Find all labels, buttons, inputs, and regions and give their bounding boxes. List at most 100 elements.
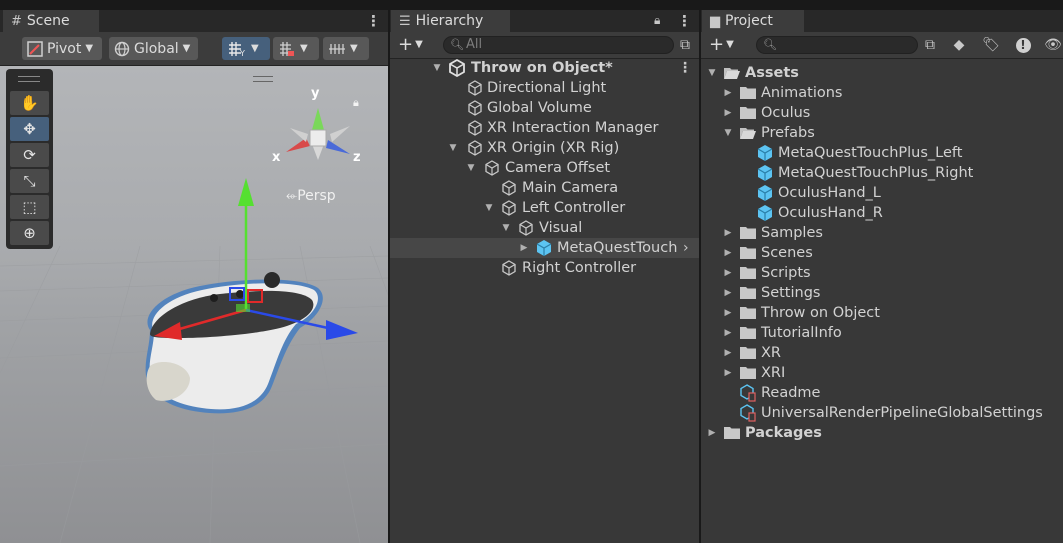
search-by-type-button[interactable]: ⧉ [920,35,940,55]
increment-snap-button[interactable]: ▼ [323,37,369,60]
create-asset-dropdown[interactable]: + ▼ [709,34,734,55]
hierarchy-label: Visual [539,220,583,236]
expand-arrow-icon[interactable]: ▶ [723,323,733,343]
hierarchy-search-input[interactable]: 🔍︎ All [443,36,674,54]
search-icon: 🔍︎ [763,38,777,51]
expand-arrow-icon[interactable]: ▶ [519,238,529,258]
expand-arrow-icon[interactable]: ▶ [723,343,733,363]
hierarchy-row[interactable]: Main Camera [390,178,699,198]
warning-icon: ! [1015,37,1031,53]
project-row[interactable]: MetaQuestTouchPlus_Left [701,143,1063,163]
hierarchy-row[interactable]: Directional Light [390,78,699,98]
project-row[interactable]: ▶ Oculus [701,103,1063,123]
gameobject-icon [468,120,482,136]
filter-label-button[interactable]: 🏷︎ [981,35,1001,55]
project-row[interactable]: ▶ Scenes [701,243,1063,263]
prefab-icon [757,205,773,221]
expand-arrow-icon[interactable]: ▶ [723,283,733,303]
tab-project-label: Project [725,13,773,29]
expand-arrow-icon[interactable]: ▼ [448,138,458,158]
project-row[interactable]: ▶ XR [701,343,1063,363]
hidden-packages-button[interactable]: 👁︎ [1043,35,1063,55]
filter-type-button[interactable]: ◆ [949,35,969,55]
folder-icon [740,267,756,279]
hierarchy-menu-icon[interactable]: ⋮ [677,12,692,30]
folder-icon [740,247,756,259]
project-row[interactable]: ▶ Animations [701,83,1063,103]
tag-icon: 🏷︎ [982,37,1000,53]
create-dropdown[interactable]: + ▼ [398,34,423,55]
hierarchy-label: MetaQuestTouch [557,240,677,256]
project-row[interactable]: Readme [701,383,1063,403]
gameobject-icon [519,220,533,236]
project-search-input[interactable]: 🔍︎ [756,36,918,54]
pivot-dropdown[interactable]: Pivot ▼ [22,37,102,60]
lock-icon[interactable]: 🔒︎ [654,13,660,28]
expand-arrow-icon[interactable]: ▶ [707,423,717,443]
hierarchy-row[interactable]: ▼ Left Controller [390,198,699,218]
shapes-icon: ◆ [953,37,965,53]
project-row[interactable]: ▶ Samples [701,223,1063,243]
search-type-icon: ⧉ [925,37,935,53]
prefab-icon [536,240,552,256]
global-dropdown[interactable]: Global ▼ [109,37,198,60]
project-row[interactable]: ▼ Assets [701,63,1063,83]
project-label: Prefabs [761,125,815,141]
project-row[interactable]: ▶ Throw on Object [701,303,1063,323]
project-row[interactable]: UniversalRenderPipelineGlobalSettings [701,403,1063,423]
project-tabbar: ▆ Project [701,10,1063,32]
scene-visibility-button[interactable]: ⧉ [675,35,695,55]
expand-arrow-icon[interactable]: ▶ [723,223,733,243]
expand-arrow-icon[interactable]: ▶ [723,263,733,283]
tab-scene[interactable]: # Scene [3,10,99,32]
chevron-right-icon[interactable]: › [683,238,689,258]
project-row[interactable]: ▶ Packages [701,423,1063,443]
expand-arrow-icon[interactable]: ▼ [501,218,511,238]
hierarchy-row[interactable]: ▼ Throw on Object* ⋮ [390,58,699,78]
svg-text:Y: Y [239,49,245,57]
tab-hierarchy[interactable]: ☰ Hierarchy [391,10,510,32]
folder-icon [740,87,756,99]
folder-icon [740,107,756,119]
project-row[interactable]: OculusHand_R [701,203,1063,223]
gameobject-icon [502,260,516,276]
pivot-label: Pivot [47,40,82,57]
project-row[interactable]: ▶ XRI [701,363,1063,383]
expand-arrow-icon[interactable]: ▼ [432,58,442,78]
expand-arrow-icon[interactable]: ▼ [707,63,717,83]
scene-menu-icon[interactable]: ⋮ [366,12,381,30]
controller-model[interactable] [0,66,388,543]
scene-menu-kebab-icon[interactable]: ⋮ [678,58,692,78]
hierarchy-row[interactable]: XR Interaction Manager [390,118,699,138]
project-row[interactable]: ▼ Prefabs [701,123,1063,143]
grid-snap-button[interactable]: Y ▼ [222,37,270,60]
hierarchy-row[interactable]: Global Volume [390,98,699,118]
expand-arrow-icon[interactable]: ▶ [723,83,733,103]
hierarchy-row[interactable]: ▼ Camera Offset [390,158,699,178]
scene-viewport[interactable]: ✋ ✥ ⟳ ⤡ ⬚ ⊕ 🔒︎ y x z ⬰Persp [0,66,388,543]
expand-arrow-icon[interactable]: ▶ [723,103,733,123]
expand-arrow-icon[interactable]: ▶ [723,243,733,263]
snap-increment-button[interactable]: ▼ [273,37,319,60]
hierarchy-row[interactable]: ▼ XR Origin (XR Rig) [390,138,699,158]
hierarchy-row[interactable]: Right Controller [390,258,699,278]
expand-arrow-icon[interactable]: ▼ [466,158,476,178]
folder-icon [724,427,740,439]
project-row[interactable]: ▶ Settings [701,283,1063,303]
expand-arrow-icon[interactable]: ▼ [484,198,494,218]
tab-project[interactable]: ▆ Project [702,10,804,32]
project-row[interactable]: ▶ TutorialInfo [701,323,1063,343]
plus-icon: + [709,34,725,55]
project-row[interactable]: ▶ Scripts [701,263,1063,283]
folder-icon: ▆ [710,13,720,29]
filter-log-button[interactable]: ! [1013,35,1033,55]
expand-arrow-icon[interactable]: ▶ [723,303,733,323]
hierarchy-row-selected[interactable]: ▶ MetaQuestTouch › [390,238,699,258]
hierarchy-label: Camera Offset [505,160,611,176]
hierarchy-row[interactable]: ▼ Visual [390,218,699,238]
expand-arrow-icon[interactable]: ▼ [723,123,733,143]
expand-arrow-icon[interactable]: ▶ [723,363,733,383]
project-label: Animations [761,85,843,101]
project-row[interactable]: OculusHand_L [701,183,1063,203]
project-row[interactable]: MetaQuestTouchPlus_Right [701,163,1063,183]
